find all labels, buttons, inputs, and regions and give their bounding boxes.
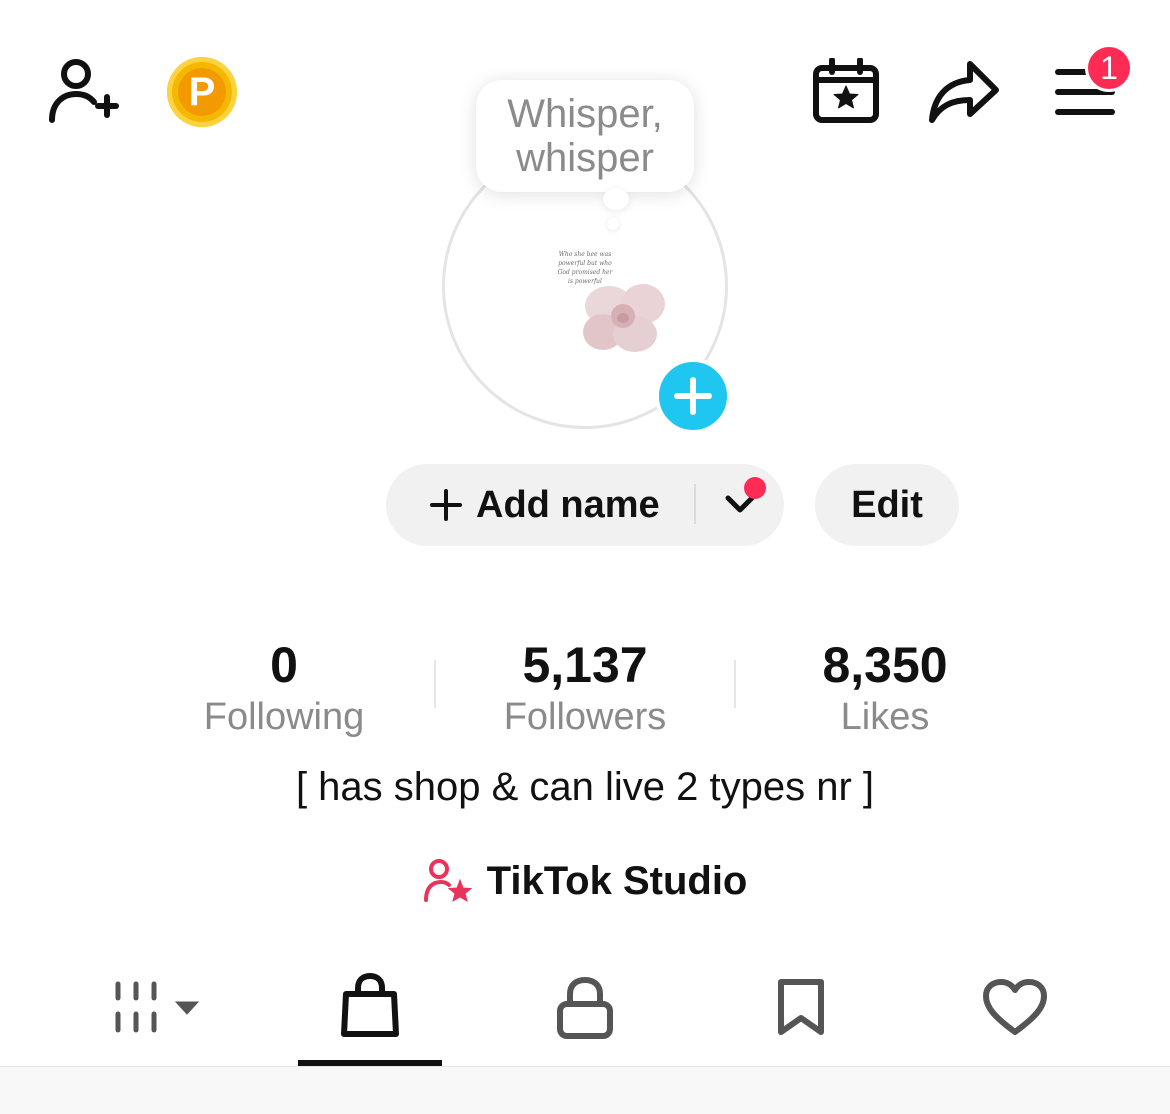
followers-stat[interactable]: 5,137 Followers: [455, 636, 715, 740]
following-count: 0: [270, 637, 298, 693]
coin-icon: P: [178, 68, 226, 116]
tab-videos[interactable]: [108, 978, 208, 1036]
edit-profile-button[interactable]: Edit: [815, 464, 959, 546]
content-area: [0, 1067, 1170, 1114]
grid-icon: [115, 981, 200, 1033]
likes-count: 8,350: [822, 637, 948, 693]
bubble-tail-dot-small: [607, 218, 619, 230]
add-friend-button[interactable]: [44, 56, 124, 128]
heart-icon: [983, 979, 1047, 1035]
lock-icon: [557, 977, 613, 1039]
bookmark-icon: [778, 979, 824, 1035]
creator-star-icon: [423, 859, 472, 903]
coins-button[interactable]: P: [167, 57, 237, 127]
likes-label: Likes: [840, 696, 930, 738]
plus-icon: [430, 489, 462, 521]
share-profile-button[interactable]: [928, 58, 1002, 126]
tab-shop[interactable]: [338, 972, 402, 1040]
red-dot-indicator: [744, 477, 766, 499]
add-user-icon: [49, 59, 119, 123]
tab-favorites[interactable]: [776, 978, 826, 1036]
thought-bubble[interactable]: Whisper, whisper: [476, 80, 694, 192]
bubble-tail-dot: [603, 188, 629, 210]
shopping-bag-icon: [341, 973, 399, 1037]
following-label: Following: [203, 696, 365, 738]
calendar-star-icon: [813, 58, 879, 123]
profile-bio[interactable]: [ has shop & can live 2 types nr ]: [0, 765, 1170, 810]
plus-icon: [674, 377, 712, 415]
tab-liked[interactable]: [982, 978, 1048, 1036]
tiktok-studio-label: TikTok Studio: [486, 858, 748, 903]
creator-calendar-button[interactable]: [812, 58, 880, 124]
followers-count: 5,137: [522, 637, 648, 693]
thought-bubble-line-1: Whisper,: [507, 92, 663, 136]
following-stat[interactable]: 0 Following: [154, 636, 414, 740]
add-name-button[interactable]: Add name: [430, 480, 660, 530]
pill-divider: [694, 484, 696, 524]
followers-label: Followers: [503, 696, 667, 738]
thought-bubble-line-2: whisper: [516, 136, 654, 180]
add-avatar-button[interactable]: [655, 358, 731, 434]
tab-private[interactable]: [556, 976, 614, 1040]
likes-stat[interactable]: 8,350 Likes: [755, 636, 1015, 740]
add-name-label: Add name: [476, 483, 660, 526]
stat-divider: [434, 660, 436, 708]
share-arrow-icon: [929, 61, 999, 123]
orchid-flower-image: [583, 284, 665, 352]
tiktok-studio-link[interactable]: TikTok Studio: [0, 858, 1170, 904]
stat-divider: [734, 660, 736, 708]
notification-badge: 1: [1085, 44, 1133, 92]
